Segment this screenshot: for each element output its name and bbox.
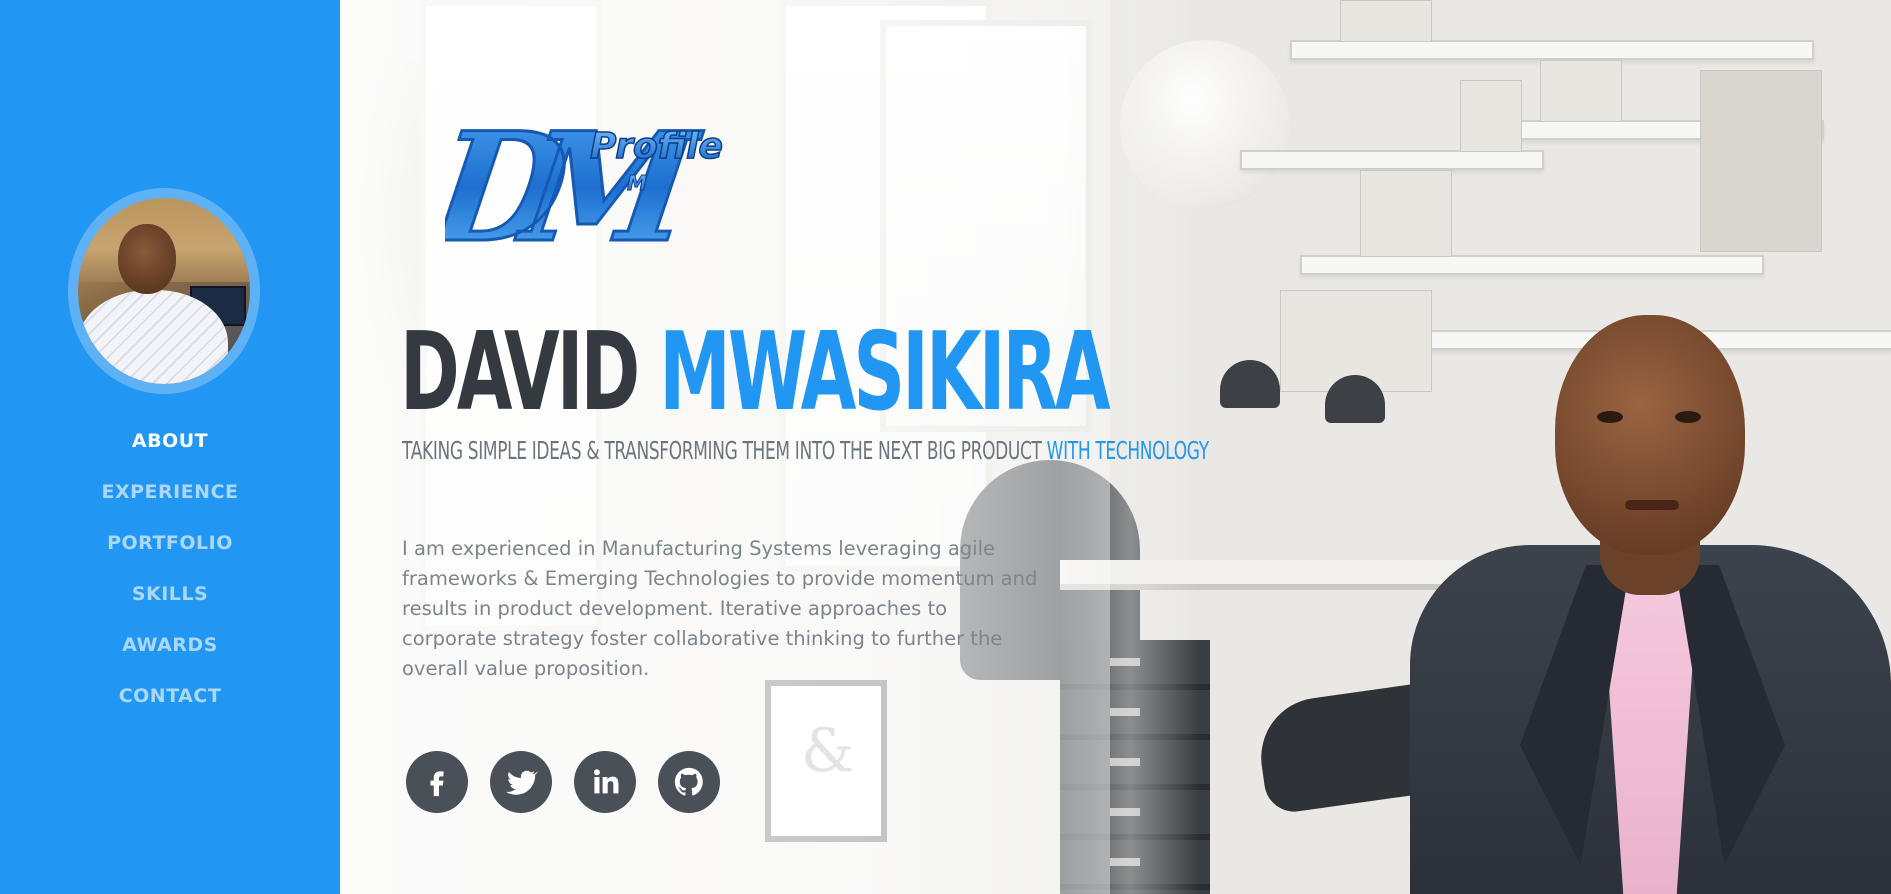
background-box (1340, 0, 1432, 42)
nav-item-about[interactable]: ABOUT (0, 420, 340, 471)
tagline-main: TAKING SIMPLE IDEAS & TRANSFORMING THEM … (402, 436, 1042, 465)
sidebar: ABOUT EXPERIENCE PORTFOLIO SKILLS AWARDS… (0, 0, 340, 894)
background-box (1540, 60, 1622, 122)
avatar-photo (78, 198, 250, 384)
background-desk-lamp (1220, 360, 1280, 408)
background-shelf (1240, 150, 1544, 170)
linkedin-button[interactable] (574, 751, 636, 813)
github-button[interactable] (658, 751, 720, 813)
twitter-button[interactable] (490, 751, 552, 813)
twitter-icon (505, 770, 538, 795)
avatar (68, 188, 260, 394)
hero-tagline: TAKING SIMPLE IDEAS & TRANSFORMING THEM … (402, 436, 1209, 465)
social-links (406, 751, 720, 813)
nav-item-experience[interactable]: EXPERIENCE (0, 471, 340, 522)
portrait-photo (1410, 315, 1891, 894)
background-box (1460, 80, 1522, 152)
facebook-button[interactable] (406, 751, 468, 813)
dm-profile-logo: DM Profile M (445, 110, 724, 277)
nav-item-contact[interactable]: CONTACT (0, 675, 340, 726)
nav-item-skills[interactable]: SKILLS (0, 573, 340, 624)
background-box (1360, 170, 1452, 257)
hero-bio: I am experienced in Manufacturing System… (402, 537, 1038, 680)
svg-text:Profile: Profile (590, 126, 723, 167)
facebook-icon (430, 771, 444, 797)
background-shelf (1290, 40, 1814, 60)
first-name: DAVID (400, 310, 640, 435)
nav-item-awards[interactable]: AWARDS (0, 624, 340, 675)
last-name: MWASIKIRA (659, 310, 1110, 435)
nav-item-portfolio[interactable]: PORTFOLIO (0, 522, 340, 573)
linkedin-icon (593, 769, 619, 794)
sidebar-nav: ABOUT EXPERIENCE PORTFOLIO SKILLS AWARDS… (0, 420, 340, 726)
github-icon (674, 767, 703, 796)
svg-text:M: M (627, 171, 647, 195)
background-shelf (1300, 255, 1764, 275)
page: & ABOUT EXPERIENCE PORTFOLIO (0, 0, 1891, 894)
tagline-accent: WITH TECHNOLOGY (1046, 436, 1209, 465)
background-books (1700, 70, 1822, 252)
hero-name: DAVID MWASIKIRA (400, 318, 1111, 428)
